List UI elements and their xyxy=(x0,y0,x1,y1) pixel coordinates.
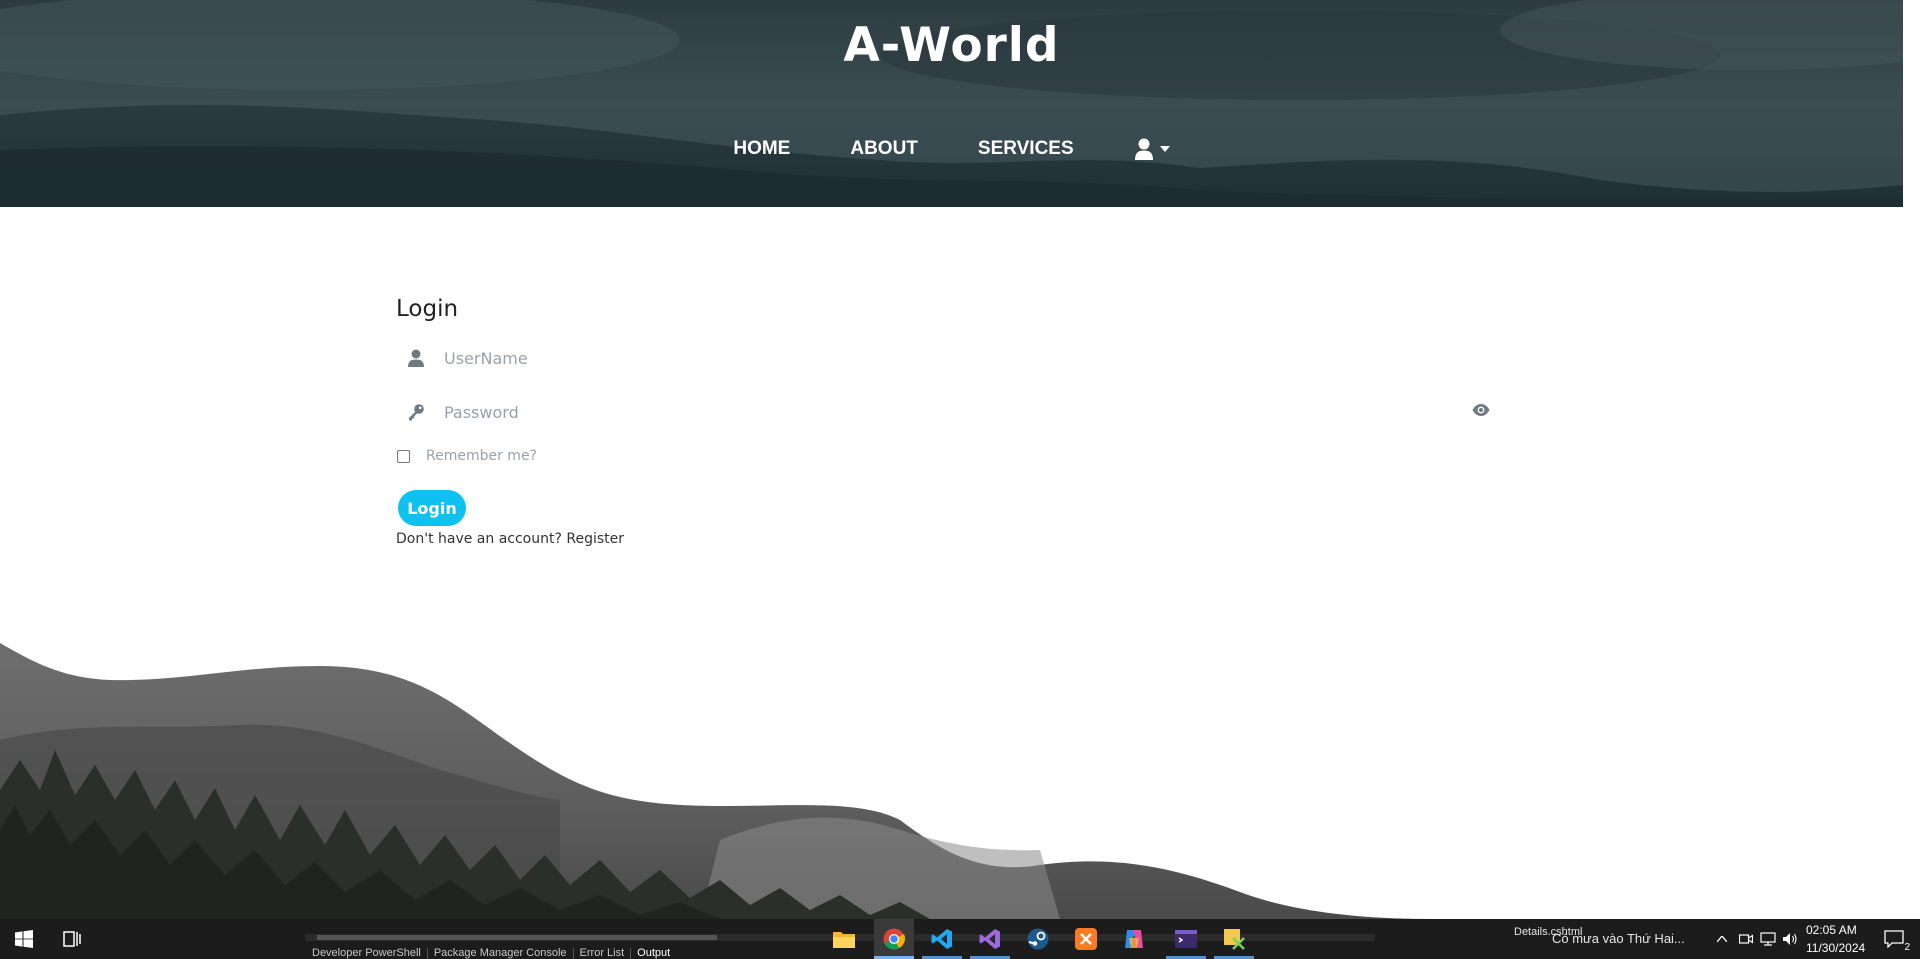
tray-meet-now[interactable] xyxy=(1736,919,1756,959)
tab-error-list[interactable]: Error List xyxy=(574,948,632,959)
page-gutter xyxy=(1903,0,1920,207)
tab-package-manager-console[interactable]: Package Manager Console xyxy=(428,948,574,959)
taskbar-xampp[interactable] xyxy=(1066,919,1106,959)
clock-time[interactable]: 02:05 AM xyxy=(1806,923,1857,937)
start-icon xyxy=(15,930,33,948)
copilot-icon xyxy=(1125,930,1143,948)
chevron-up-icon xyxy=(1717,936,1727,942)
person-icon xyxy=(408,349,424,367)
username-field-group xyxy=(396,338,1496,378)
remember-me-checkbox[interactable] xyxy=(397,449,410,463)
password-input[interactable] xyxy=(444,402,1344,422)
weather-widget[interactable]: Có mưa vào Thứ Hai... xyxy=(1552,931,1685,946)
register-link[interactable]: Register xyxy=(566,531,624,547)
remember-me-label[interactable]: Remember me? xyxy=(426,448,537,464)
chrome-icon xyxy=(883,928,905,950)
taskbar-chrome[interactable] xyxy=(874,919,914,959)
task-view-button[interactable] xyxy=(52,919,92,959)
login-title: Login xyxy=(396,296,459,322)
taskbar-steam[interactable] xyxy=(1018,919,1058,959)
login-button[interactable]: Login xyxy=(398,490,466,526)
main-nav: HOME ABOUT SERVICES xyxy=(0,137,1903,161)
taskbar-vscode[interactable] xyxy=(922,919,962,959)
snipping-tool-icon xyxy=(1224,929,1245,950)
start-button[interactable] xyxy=(4,919,44,959)
password-field-group xyxy=(396,392,1496,432)
eye-icon[interactable] xyxy=(1472,404,1490,416)
taskbar-terminal[interactable] xyxy=(1166,919,1206,959)
tab-output[interactable]: Output xyxy=(631,948,676,959)
clock-date[interactable]: 11/30/2024 xyxy=(1806,941,1865,955)
user-field-icon-wrap xyxy=(396,349,436,367)
speaker-icon xyxy=(1783,933,1797,945)
taskbar-file-explorer[interactable] xyxy=(824,919,864,959)
nav-about[interactable]: ABOUT xyxy=(820,137,948,161)
hero-header: A-World HOME ABOUT SERVICES xyxy=(0,0,1903,207)
site-title[interactable]: A-World xyxy=(0,18,1903,73)
notification-count: 2 xyxy=(1904,942,1910,953)
nav-services[interactable]: SERVICES xyxy=(948,137,1104,161)
task-view-icon xyxy=(63,931,81,947)
action-center-button[interactable]: 2 xyxy=(1874,919,1914,959)
network-icon xyxy=(1760,932,1776,946)
register-prompt: Don't have an account? Register xyxy=(396,531,624,547)
vs-bottom-tabs: Developer PowerShell Package Manager Con… xyxy=(306,948,676,959)
remember-me-row: Remember me? xyxy=(396,448,537,464)
xampp-icon xyxy=(1075,928,1097,950)
browser-page: A-World HOME ABOUT SERVICES Login UserNa… xyxy=(0,0,1920,959)
tray-volume[interactable] xyxy=(1780,919,1800,959)
tab-developer-powershell[interactable]: Developer PowerShell xyxy=(306,948,428,959)
login-form: Login UserName Remember me? Login Don't … xyxy=(396,296,1496,547)
taskbar-copilot[interactable] xyxy=(1114,919,1154,959)
tray-overflow-button[interactable] xyxy=(1712,919,1732,959)
user-icon xyxy=(1134,138,1153,160)
steam-icon xyxy=(1027,928,1049,950)
username-input[interactable] xyxy=(444,348,1344,368)
visual-studio-icon xyxy=(979,929,1000,949)
file-explorer-icon xyxy=(833,932,855,948)
vscode-icon xyxy=(931,929,952,949)
nav-home[interactable]: HOME xyxy=(703,137,820,161)
scrollbar-thumb[interactable] xyxy=(317,935,717,940)
footer-landscape xyxy=(0,643,1430,919)
taskbar-snipping-tool[interactable] xyxy=(1214,919,1254,959)
taskbar-visual-studio[interactable] xyxy=(970,919,1010,959)
tray-network[interactable] xyxy=(1758,919,1778,959)
password-field-icon-wrap xyxy=(396,403,436,421)
register-prompt-text: Don't have an account? xyxy=(396,531,562,547)
caret-down-icon xyxy=(1159,146,1170,152)
key-icon xyxy=(409,404,424,421)
camera-icon xyxy=(1739,934,1753,944)
terminal-icon xyxy=(1175,930,1197,948)
notification-icon xyxy=(1884,930,1904,948)
user-menu-toggle[interactable] xyxy=(1104,137,1200,161)
